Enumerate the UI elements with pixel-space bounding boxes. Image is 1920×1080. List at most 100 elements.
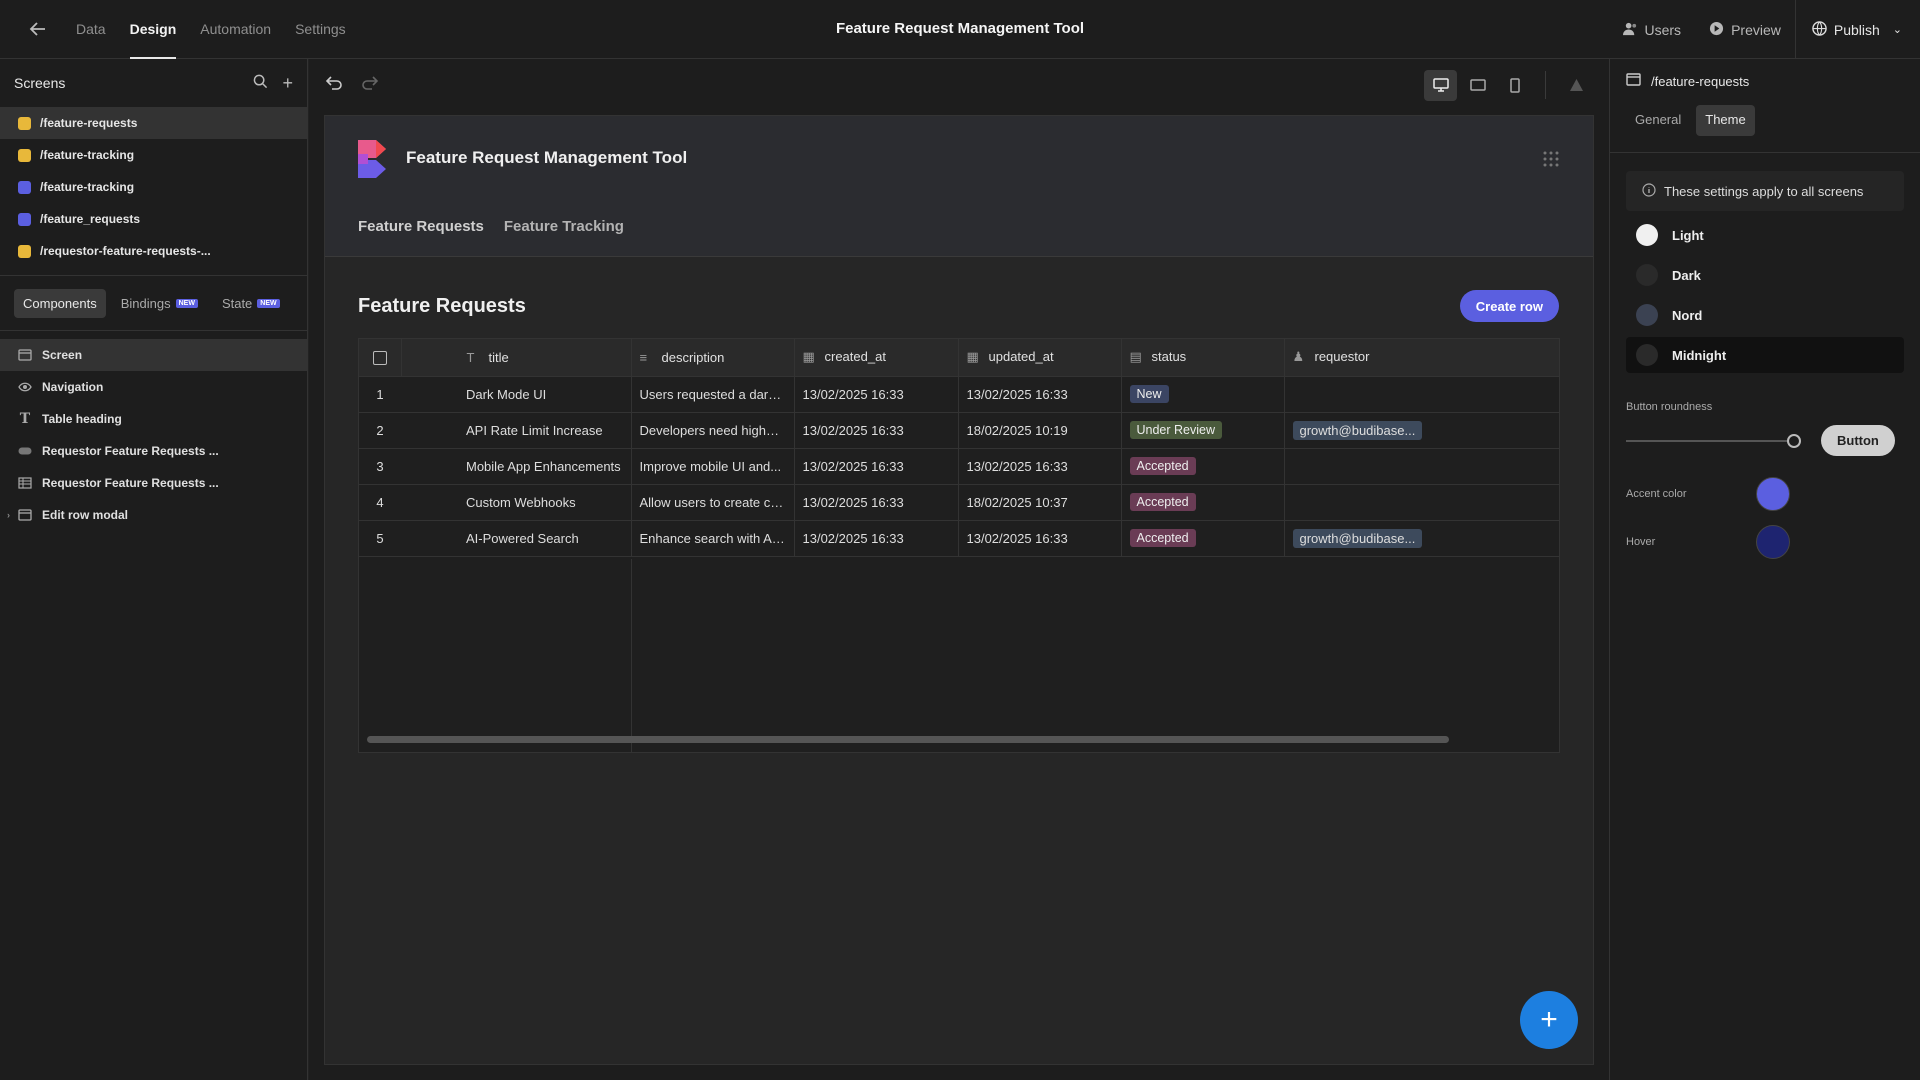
undo-icon[interactable] (325, 74, 343, 97)
expand-caret-icon[interactable]: › (7, 510, 10, 520)
tab-state[interactable]: State NEW (213, 289, 289, 318)
tab-automation[interactable]: Automation (188, 0, 283, 59)
screen-item[interactable]: /feature-tracking (0, 139, 307, 171)
table-row[interactable]: 4 Custom Webhooks Allow users to create cu… (359, 484, 1559, 521)
tab-components[interactable]: Components (14, 288, 106, 318)
cell-updated-at[interactable]: 18/02/2025 10:37 (958, 484, 1122, 521)
cell-updated-at[interactable]: 13/02/2025 16:33 (958, 448, 1122, 485)
hover-color-swatch[interactable] (1756, 525, 1790, 559)
calendar-icon: ▦ (966, 349, 979, 365)
column-header-requestor[interactable]: ♟ requestor (1284, 339, 1559, 377)
slider-handle[interactable] (1787, 433, 1801, 448)
tab-general[interactable]: General (1626, 105, 1690, 136)
nav-feature-tracking[interactable]: Feature Tracking (504, 218, 624, 235)
cell-title[interactable]: AI-Powered Search (401, 520, 632, 557)
button-icon (18, 444, 32, 458)
preview-button[interactable]: Preview (1695, 21, 1795, 39)
tab-data[interactable]: Data (64, 0, 118, 59)
theme-option[interactable]: Dark (1626, 257, 1904, 293)
cell-updated-at[interactable]: 18/02/2025 10:19 (958, 412, 1122, 449)
tree-item[interactable]: Navigation (0, 371, 307, 403)
theme-option[interactable]: Nord (1626, 297, 1904, 333)
cell-created-at[interactable]: 13/02/2025 16:33 (794, 484, 959, 521)
table-row[interactable]: 3 Mobile App Enhancements Improve mobile U… (359, 448, 1559, 485)
tree-item[interactable]: Requestor Feature Requests ... (0, 435, 307, 467)
add-screen-icon[interactable]: + (282, 73, 293, 94)
cell-requestor[interactable]: growth@budibase... (1284, 412, 1559, 449)
select-all-checkbox-cell[interactable] (359, 339, 402, 377)
screen-item[interactable]: /requestor-feature-requests-... (0, 235, 307, 267)
requestor-badge: growth@budibase... (1292, 528, 1423, 548)
cell-requestor[interactable] (1284, 448, 1559, 485)
roundness-slider[interactable] (1626, 433, 1801, 448)
cell-created-at[interactable]: 13/02/2025 16:33 (794, 448, 959, 485)
nav-feature-requests[interactable]: Feature Requests (358, 218, 484, 235)
search-icon[interactable] (253, 73, 268, 94)
table-row[interactable]: 2 API Rate Limit Increase Developers need … (359, 412, 1559, 449)
tree-item[interactable]: › Edit row modal (0, 499, 307, 531)
redo-icon[interactable] (361, 74, 379, 97)
tab-theme[interactable]: Theme (1696, 105, 1755, 136)
screen-item[interactable]: /feature_requests (0, 203, 307, 235)
cell-updated-at[interactable]: 13/02/2025 16:33 (958, 520, 1122, 557)
accent-color-swatch[interactable] (1756, 477, 1790, 511)
table-row[interactable]: 1Dark Mode UIUsers requested a dark them… (359, 376, 1559, 413)
column-header-created-at[interactable]: ▦ created_at (794, 339, 959, 377)
create-row-button[interactable]: Create row (1459, 290, 1559, 322)
cell-status[interactable]: New (1121, 376, 1285, 413)
screen-list: /feature-requests/feature-tracking/featu… (0, 107, 307, 267)
tree-item[interactable]: T Table heading (0, 403, 307, 435)
cell-description[interactable]: Users requested a dark them... (631, 376, 795, 413)
theme-option[interactable]: Midnight (1626, 337, 1904, 373)
column-header-description[interactable]: ≡ description (631, 339, 795, 377)
cell-title[interactable]: Mobile App Enhancements (401, 448, 632, 485)
cell-requestor[interactable] (1284, 376, 1559, 413)
cell-description[interactable]: Improve mobile UI and... (631, 448, 795, 485)
cell-description[interactable]: Developers need higher rate... (631, 412, 795, 449)
tree-item-label: Edit row modal (42, 508, 129, 522)
tablet-icon[interactable] (1461, 70, 1494, 101)
column-header-title[interactable]: Ttitle (401, 339, 632, 377)
back-arrow-icon[interactable] (12, 0, 64, 59)
column-header-status[interactable]: ▤ status (1121, 339, 1285, 377)
cell-title[interactable]: Custom Webhooks (401, 484, 632, 521)
cell-status[interactable]: Accepted (1121, 520, 1285, 557)
cell-updated-at[interactable]: 13/02/2025 16:33 (958, 376, 1122, 413)
accent-color-label: Accent color (1626, 488, 1687, 500)
cell-created-at[interactable]: 13/02/2025 16:33 (794, 376, 959, 413)
tab-design[interactable]: Design (118, 0, 189, 59)
cell-created-at[interactable]: 13/02/2025 16:33 (794, 520, 959, 557)
app-header-title: Feature Request Management Tool (406, 148, 688, 167)
screen-item[interactable]: /feature-requests (0, 107, 307, 139)
tree-item[interactable]: Screen (0, 339, 307, 371)
add-fab-button[interactable]: + (1520, 991, 1578, 1049)
cell-status[interactable]: Under Review (1121, 412, 1285, 449)
desktop-icon[interactable] (1424, 69, 1457, 101)
table-row[interactable]: 5 AI-Powered Search Enhance search with AI… (359, 520, 1559, 557)
cell-title[interactable]: Dark Mode UI (401, 376, 632, 413)
horizontal-scrollbar[interactable] (367, 736, 1449, 743)
cell-requestor[interactable] (1284, 484, 1559, 521)
tab-bindings[interactable]: Bindings NEW (112, 289, 207, 318)
checkbox-icon[interactable] (372, 351, 387, 366)
users-button[interactable]: Users (1609, 21, 1696, 39)
role-indicator (18, 212, 31, 226)
cell-description[interactable]: Enhance search with AI for... (631, 520, 795, 557)
grid-menu-icon[interactable] (1543, 151, 1559, 172)
theme-option[interactable]: Light (1626, 217, 1904, 253)
screen-item[interactable]: /feature-tracking (0, 171, 307, 203)
cell-title[interactable]: API Rate Limit Increase (401, 412, 632, 449)
tree-item-label: Requestor Feature Requests ... (42, 444, 219, 458)
tab-settings[interactable]: Settings (283, 0, 358, 59)
column-header-updated-at[interactable]: ▦ updated_at (958, 339, 1122, 377)
cell-created-at[interactable]: 13/02/2025 16:33 (794, 412, 959, 449)
cell-requestor[interactable]: growth@budibase... (1284, 520, 1559, 557)
tree-item[interactable]: Requestor Feature Requests ... (0, 467, 307, 499)
warning-icon[interactable] (1560, 70, 1593, 101)
tree-item-label: Navigation (42, 380, 104, 394)
cell-status[interactable]: Accepted (1121, 448, 1285, 485)
cell-status[interactable]: Accepted (1121, 484, 1285, 521)
publish-button[interactable]: Publish ⌄ (1794, 0, 1920, 59)
cell-description[interactable]: Allow users to create custom... (631, 484, 795, 521)
mobile-icon[interactable] (1498, 70, 1531, 101)
